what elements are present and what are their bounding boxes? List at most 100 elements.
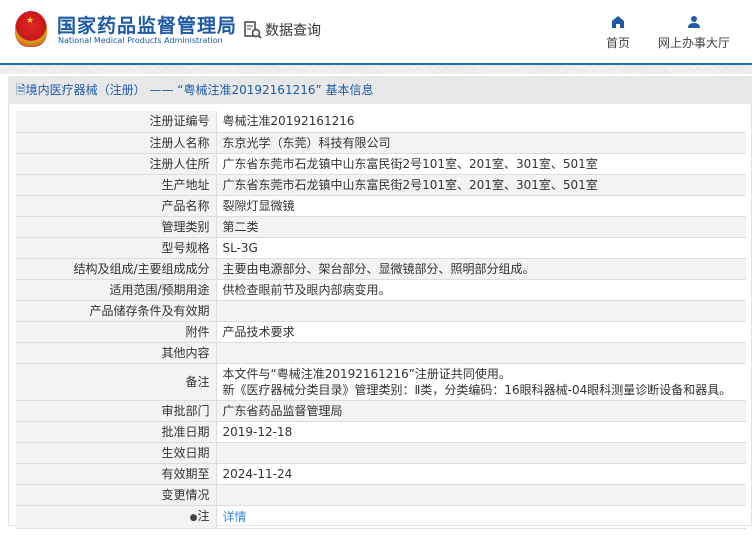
table-row: 生效日期 (16, 442, 746, 464)
row-value-text: 广东省药品监督管理局 (222, 403, 343, 418)
table-row: 其他内容 (16, 342, 746, 364)
row-value: 主要由电源部分、架台部分、显微镜部分、照明部分组成。 (216, 258, 746, 280)
row-value: 广东省药品监督管理局 (216, 400, 746, 422)
row-value: 广东省东莞市石龙镇中山东富民街2号101室、201室、301室、501室 (216, 174, 746, 196)
row-value-text: 本文件与“粤械注准20192161216”注册证共同使用。 (222, 366, 511, 381)
row-value: 2024-11-24 (216, 463, 746, 485)
table-row: 附件 产品技术要求 (16, 321, 746, 343)
brand-title-cn: 国家药品监督管理局 (57, 15, 238, 37)
row-value: SL-3G (216, 237, 746, 259)
page-title: 🗎境内医疗器械（注册） —— “粤械注准20192161216” 基本信息 (8, 76, 752, 104)
row-value: 第二类 (216, 216, 746, 238)
table-row: 审批部门 广东省药品监督管理局 (16, 400, 746, 422)
row-value: 产品技术要求 (216, 321, 746, 343)
row-value-text: 供检查眼前节及眼内部病变用。 (222, 282, 391, 297)
detail-table: 注册证编号 粤械注准20192161216 注册人名称 东京光学（东莞）科技有限公司注… (16, 111, 746, 529)
row-label-text: 其他内容 (161, 345, 210, 360)
nav-online-service-label: 网上办事大厅 (658, 36, 731, 50)
row-label-text: 注册证编号 (149, 114, 210, 129)
row-label-text: 变更情况 (161, 487, 210, 502)
row-label: 批准日期 (16, 421, 217, 443)
row-value-text: 裂隙灯显微镜 (222, 198, 295, 213)
row-label-text: 审批部门 (161, 403, 210, 418)
row-value-text: 第二类 (222, 219, 259, 234)
row-label: 附件 (16, 321, 217, 343)
row-label: 变更情况 (16, 484, 217, 506)
table-row: 变更情况 (16, 484, 746, 506)
table-row: 注册证编号 粤械注准20192161216 (16, 111, 746, 133)
table-row: 批准日期 2019-12-18 (16, 421, 746, 443)
table-row: 生产地址 广东省东莞市石龙镇中山东富民街2号101室、201室、301室、501室 (16, 174, 746, 196)
row-label-text: 附件 (185, 324, 210, 339)
table-row: 管理类别 第二类 (16, 216, 746, 238)
details-link[interactable]: 详情 (223, 510, 247, 524)
row-value: 裂隙灯显微镜 (216, 195, 746, 217)
row-label-text: 备注 (185, 374, 210, 389)
row-value-text: 广东省东莞市石龙镇中山东富民街2号101室、201室、301室、501室 (222, 156, 598, 171)
table-row: ●注 详情 (16, 505, 746, 529)
data-query-link[interactable]: 数据查询 (243, 20, 321, 40)
row-value (216, 484, 746, 506)
home-icon (612, 16, 624, 28)
row-label: 产品名称 (16, 195, 217, 217)
row-label-text: 生效日期 (161, 445, 210, 460)
row-label-text: 适用范围/预期用途 (109, 282, 210, 297)
national-emblem-logo: ★ (15, 11, 47, 47)
row-value: 本文件与“粤械注准20192161216”注册证共同使用。 新《医疗器械分类目录》… (216, 363, 746, 401)
row-label: 生产地址 (16, 174, 217, 196)
row-value-text: 粤械注准20192161216 (222, 114, 355, 129)
row-label-text: 型号规格 (161, 240, 210, 255)
row-label-text: 结构及组成/主要组成成分 (73, 261, 210, 276)
row-value-text: SL-3G (222, 240, 258, 255)
row-value-text: 东京光学（东莞）科技有限公司 (222, 135, 391, 150)
row-label: 审批部门 (16, 400, 217, 422)
user-icon (688, 16, 700, 28)
row-label: 备注 (16, 363, 217, 401)
row-label-text: 产品名称 (161, 198, 210, 213)
row-label: ●注 (16, 505, 217, 529)
row-value: 2019-12-18 (216, 421, 746, 443)
row-label: 有效期至 (16, 463, 217, 485)
row-value (216, 342, 746, 364)
row-label-text: 批准日期 (161, 424, 210, 439)
row-value: 供检查眼前节及眼内部病变用。 (216, 279, 746, 301)
table-row: 结构及组成/主要组成成分 主要由电源部分、架台部分、显微镜部分、照明部分组成。 (16, 258, 746, 280)
row-label-text: 注册人名称 (149, 135, 210, 150)
row-label: 其他内容 (16, 342, 217, 364)
row-label: 管理类别 (16, 216, 217, 238)
row-value-text: 2024-11-24 (222, 466, 293, 481)
nav-online-service-hall[interactable]: 网上办事大厅 (658, 15, 730, 51)
row-label: 注册证编号 (16, 111, 217, 133)
document-icon: 🗎 (16, 83, 26, 97)
table-row: 有效期至 2024-11-24 (16, 463, 746, 485)
row-value: 广东省东莞市石龙镇中山东富民街2号101室、201室、301室、501室 (216, 153, 746, 175)
row-label-text: 有效期至 (161, 466, 210, 481)
data-query-label: 数据查询 (265, 23, 321, 39)
row-label: 适用范围/预期用途 (16, 279, 217, 301)
row-value-text: 产品技术要求 (222, 324, 295, 339)
table-row: 注册人名称 东京光学（东莞）科技有限公司 (16, 132, 746, 154)
row-value-text-line2: 新《医疗器械分类目录》管理类别：Ⅱ类，分类编码：16眼科器械-04眼科测量诊断设… (222, 382, 732, 397)
row-label-text: 管理类别 (161, 219, 210, 234)
table-row: 产品名称 裂隙灯显微镜 (16, 195, 746, 217)
table-row: 备注 本文件与“粤械注准20192161216”注册证共同使用。 新《医疗器械分类目… (16, 363, 746, 401)
row-label: 生效日期 (16, 442, 217, 464)
row-label-text: 生产地址 (161, 177, 210, 192)
row-label: 产品储存条件及有效期 (16, 300, 217, 322)
table-row: 型号规格 SL-3G (16, 237, 746, 259)
row-value (216, 300, 746, 322)
table-row: 注册人住所 广东省东莞市石龙镇中山东富民街2号101室、201室、301室、501… (16, 153, 746, 175)
row-value-text: 主要由电源部分、架台部分、显微镜部分、照明部分组成。 (222, 261, 535, 276)
nav-home[interactable]: 首页 (606, 15, 630, 51)
row-label: 结构及组成/主要组成成分 (16, 258, 217, 280)
row-value: 东京光学（东莞）科技有限公司 (216, 132, 746, 154)
row-value (216, 442, 746, 464)
row-label: 注册人名称 (16, 132, 217, 154)
row-label-text: 注 (197, 508, 210, 523)
row-label-text: 注册人住所 (149, 156, 210, 171)
divider (0, 65, 752, 74)
row-label: 注册人住所 (16, 153, 217, 175)
document-search-icon (244, 21, 262, 39)
nav-home-label: 首页 (606, 36, 631, 50)
row-value: 粤械注准20192161216 (216, 111, 746, 133)
